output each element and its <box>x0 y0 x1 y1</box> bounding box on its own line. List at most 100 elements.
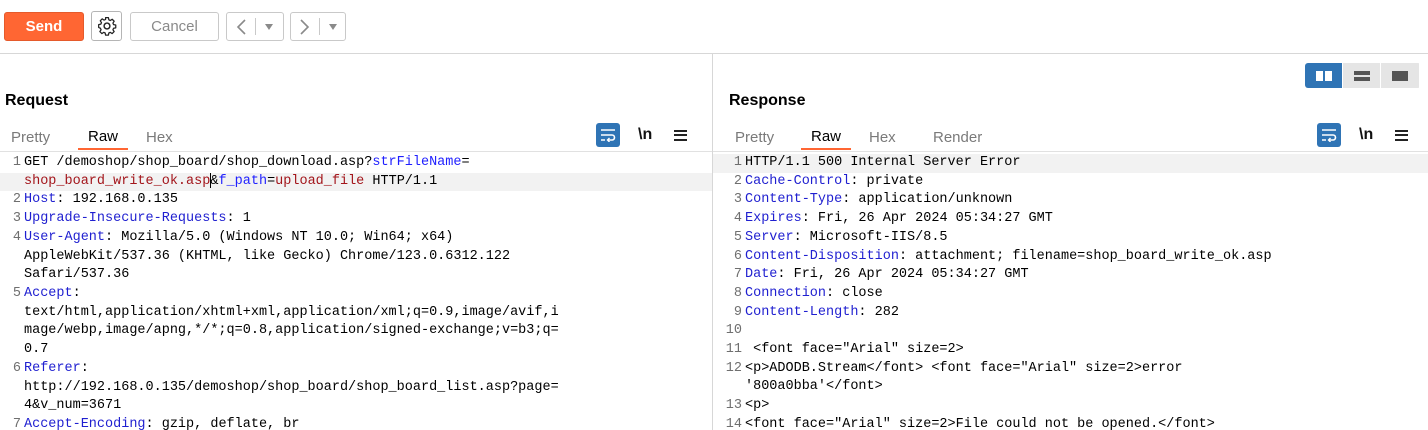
code-text: '800a0bba'</font> <box>745 378 1428 397</box>
line-number: 3 <box>12 211 21 227</box>
code-text: <p> <box>745 397 1428 416</box>
line-number <box>0 379 24 398</box>
code-token: '800a0bba'</font> <box>745 379 883 395</box>
response-tabs: Pretty Raw Hex Render <box>735 124 993 150</box>
code-token: Connection <box>745 285 827 301</box>
line-number <box>713 378 745 397</box>
code-text: Content-Type: application/unknown <box>745 191 1428 210</box>
code-token: : Mozilla/5.0 (Windows NT 10.0; Win64; x… <box>105 229 454 245</box>
code-line: 0.7 <box>0 341 712 360</box>
code-text: Referer: <box>24 360 712 379</box>
code-token: upload_file <box>275 173 365 189</box>
line-number: 2 <box>12 192 21 208</box>
line-number: 4 <box>733 211 742 227</box>
code-token: User-Agent <box>24 229 106 245</box>
line-number <box>0 341 24 360</box>
response-tab-underline <box>713 151 1428 152</box>
code-line: 1 GET /demoshop/shop_board/shop_download.… <box>0 154 712 173</box>
code-text: Upgrade-Insecure-Requests: 1 <box>24 210 712 229</box>
line-number: 3 <box>733 192 742 208</box>
response-editor[interactable]: 1 HTTP/1.1 500 Internal Server Error 2 Cach… <box>713 154 1428 430</box>
line-number: 9 <box>733 304 742 320</box>
line-number <box>0 248 24 267</box>
forward-history-dropdown[interactable] <box>320 13 345 40</box>
code-token: text/html,application/xhtml+xml,applicat… <box>24 304 559 320</box>
line-number: 10 <box>725 323 742 339</box>
code-token: : <box>80 360 89 376</box>
code-text: <p>ADODB.Stream</font> <font face="Arial… <box>745 360 1428 379</box>
code-line: '800a0bba'</font> <box>713 378 1428 397</box>
response-tab-render[interactable]: Render <box>933 124 993 150</box>
response-title: Response <box>729 92 806 109</box>
code-token: Upgrade-Insecure-Requests <box>24 211 227 227</box>
code-text: Content-Length: 282 <box>745 304 1428 323</box>
code-line: 6 Content-Disposition: attachment; filena… <box>713 248 1428 267</box>
request-title: Request <box>5 92 69 109</box>
layout-tabs-button[interactable] <box>1381 63 1419 88</box>
columns-icon <box>1315 70 1332 81</box>
request-editor[interactable]: 1 GET /demoshop/shop_board/shop_download.… <box>0 154 712 430</box>
code-token: Content-Length <box>745 304 859 320</box>
code-text: Safari/537.36 <box>24 266 712 285</box>
code-token: Safari/537.36 <box>24 267 130 283</box>
code-token: : gzip, deflate, br <box>145 416 300 430</box>
single-panel-icon <box>1392 70 1408 81</box>
code-line: 7 Accept-Encoding: gzip, deflate, br <box>0 416 712 430</box>
request-tab-hex[interactable]: Hex <box>146 124 186 150</box>
code-token: : application/unknown <box>842 192 1013 208</box>
line-number: 8 <box>733 285 742 301</box>
response-tab-raw[interactable]: Raw <box>801 124 851 150</box>
forward-button[interactable] <box>291 13 319 40</box>
layout-side-by-side-button[interactable] <box>1305 63 1343 88</box>
back-history-dropdown[interactable] <box>256 13 281 40</box>
menu-icon[interactable] <box>674 129 688 141</box>
code-line: text/html,application/xhtml+xml,applicat… <box>0 304 712 323</box>
code-token: Accept <box>24 285 73 301</box>
code-line: mage/webp,image/apng,*/*;q=0.8,applicati… <box>0 322 712 341</box>
code-line: 1 HTTP/1.1 500 Internal Server Error <box>713 154 1428 173</box>
code-text: Server: Microsoft-IIS/8.5 <box>745 229 1428 248</box>
response-tab-hex[interactable]: Hex <box>869 124 933 150</box>
code-token: HTTP/1.1 500 Internal Server Error <box>745 155 1021 170</box>
forward-nav-group <box>290 12 346 41</box>
send-button[interactable]: Send <box>4 12 84 41</box>
code-text: HTTP/1.1 500 Internal Server Error <box>745 154 1428 173</box>
line-number: 12 <box>725 360 742 376</box>
line-number: 14 <box>725 416 742 430</box>
gear-icon <box>97 17 116 36</box>
menu-icon[interactable] <box>1395 129 1409 141</box>
code-text: <font face="Arial" size=2>File could not… <box>745 416 1428 430</box>
word-wrap-button[interactable] <box>596 123 620 147</box>
code-token: HTTP/1.1 <box>364 173 438 189</box>
code-text: Expires: Fri, 26 Apr 2024 05:34:27 GMT <box>745 210 1428 229</box>
line-number: 4 <box>12 229 21 245</box>
code-line: 4 User-Agent: Mozilla/5.0 (Windows NT 10.… <box>0 229 712 248</box>
code-text: text/html,application/xhtml+xml,applicat… <box>24 304 712 323</box>
show-newlines-button[interactable]: \n <box>1359 126 1373 144</box>
code-token: : Fri, 26 Apr 2024 05:34:27 GMT <box>777 267 1029 283</box>
show-newlines-button[interactable]: \n <box>638 126 652 144</box>
code-line: 13 <p> <box>713 397 1428 416</box>
back-button[interactable] <box>227 13 255 40</box>
request-tab-pretty[interactable]: Pretty <box>11 124 78 150</box>
response-tab-pretty[interactable]: Pretty <box>735 124 801 150</box>
layout-stacked-button[interactable] <box>1343 63 1381 88</box>
code-text: Host: 192.168.0.135 <box>24 191 712 210</box>
word-wrap-button[interactable] <box>1317 123 1341 147</box>
line-number <box>0 304 24 323</box>
code-token: : Microsoft-IIS/8.5 <box>793 229 948 245</box>
code-text: Date: Fri, 26 Apr 2024 05:34:27 GMT <box>745 266 1428 285</box>
code-text: AppleWebKit/537.36 (KHTML, like Gecko) C… <box>24 248 712 267</box>
settings-button[interactable] <box>91 11 122 41</box>
code-token: Cache-Control <box>745 173 851 189</box>
code-token: GET /demoshop/shop_board/shop_download.a… <box>24 155 373 170</box>
code-token: AppleWebKit/537.36 (KHTML, like Gecko) C… <box>24 248 511 264</box>
cancel-button[interactable]: Cancel <box>130 12 219 41</box>
code-text: mage/webp,image/apng,*/*;q=0.8,applicati… <box>24 322 712 341</box>
chevron-left-icon <box>236 18 246 35</box>
code-token: : 192.168.0.135 <box>56 192 178 208</box>
request-tab-raw[interactable]: Raw <box>78 124 128 150</box>
code-line: 2 Cache-Control: private <box>713 173 1428 192</box>
code-token: <p>ADODB.Stream</font> <font face="Arial… <box>745 360 1183 376</box>
caret-down-icon <box>328 23 337 30</box>
